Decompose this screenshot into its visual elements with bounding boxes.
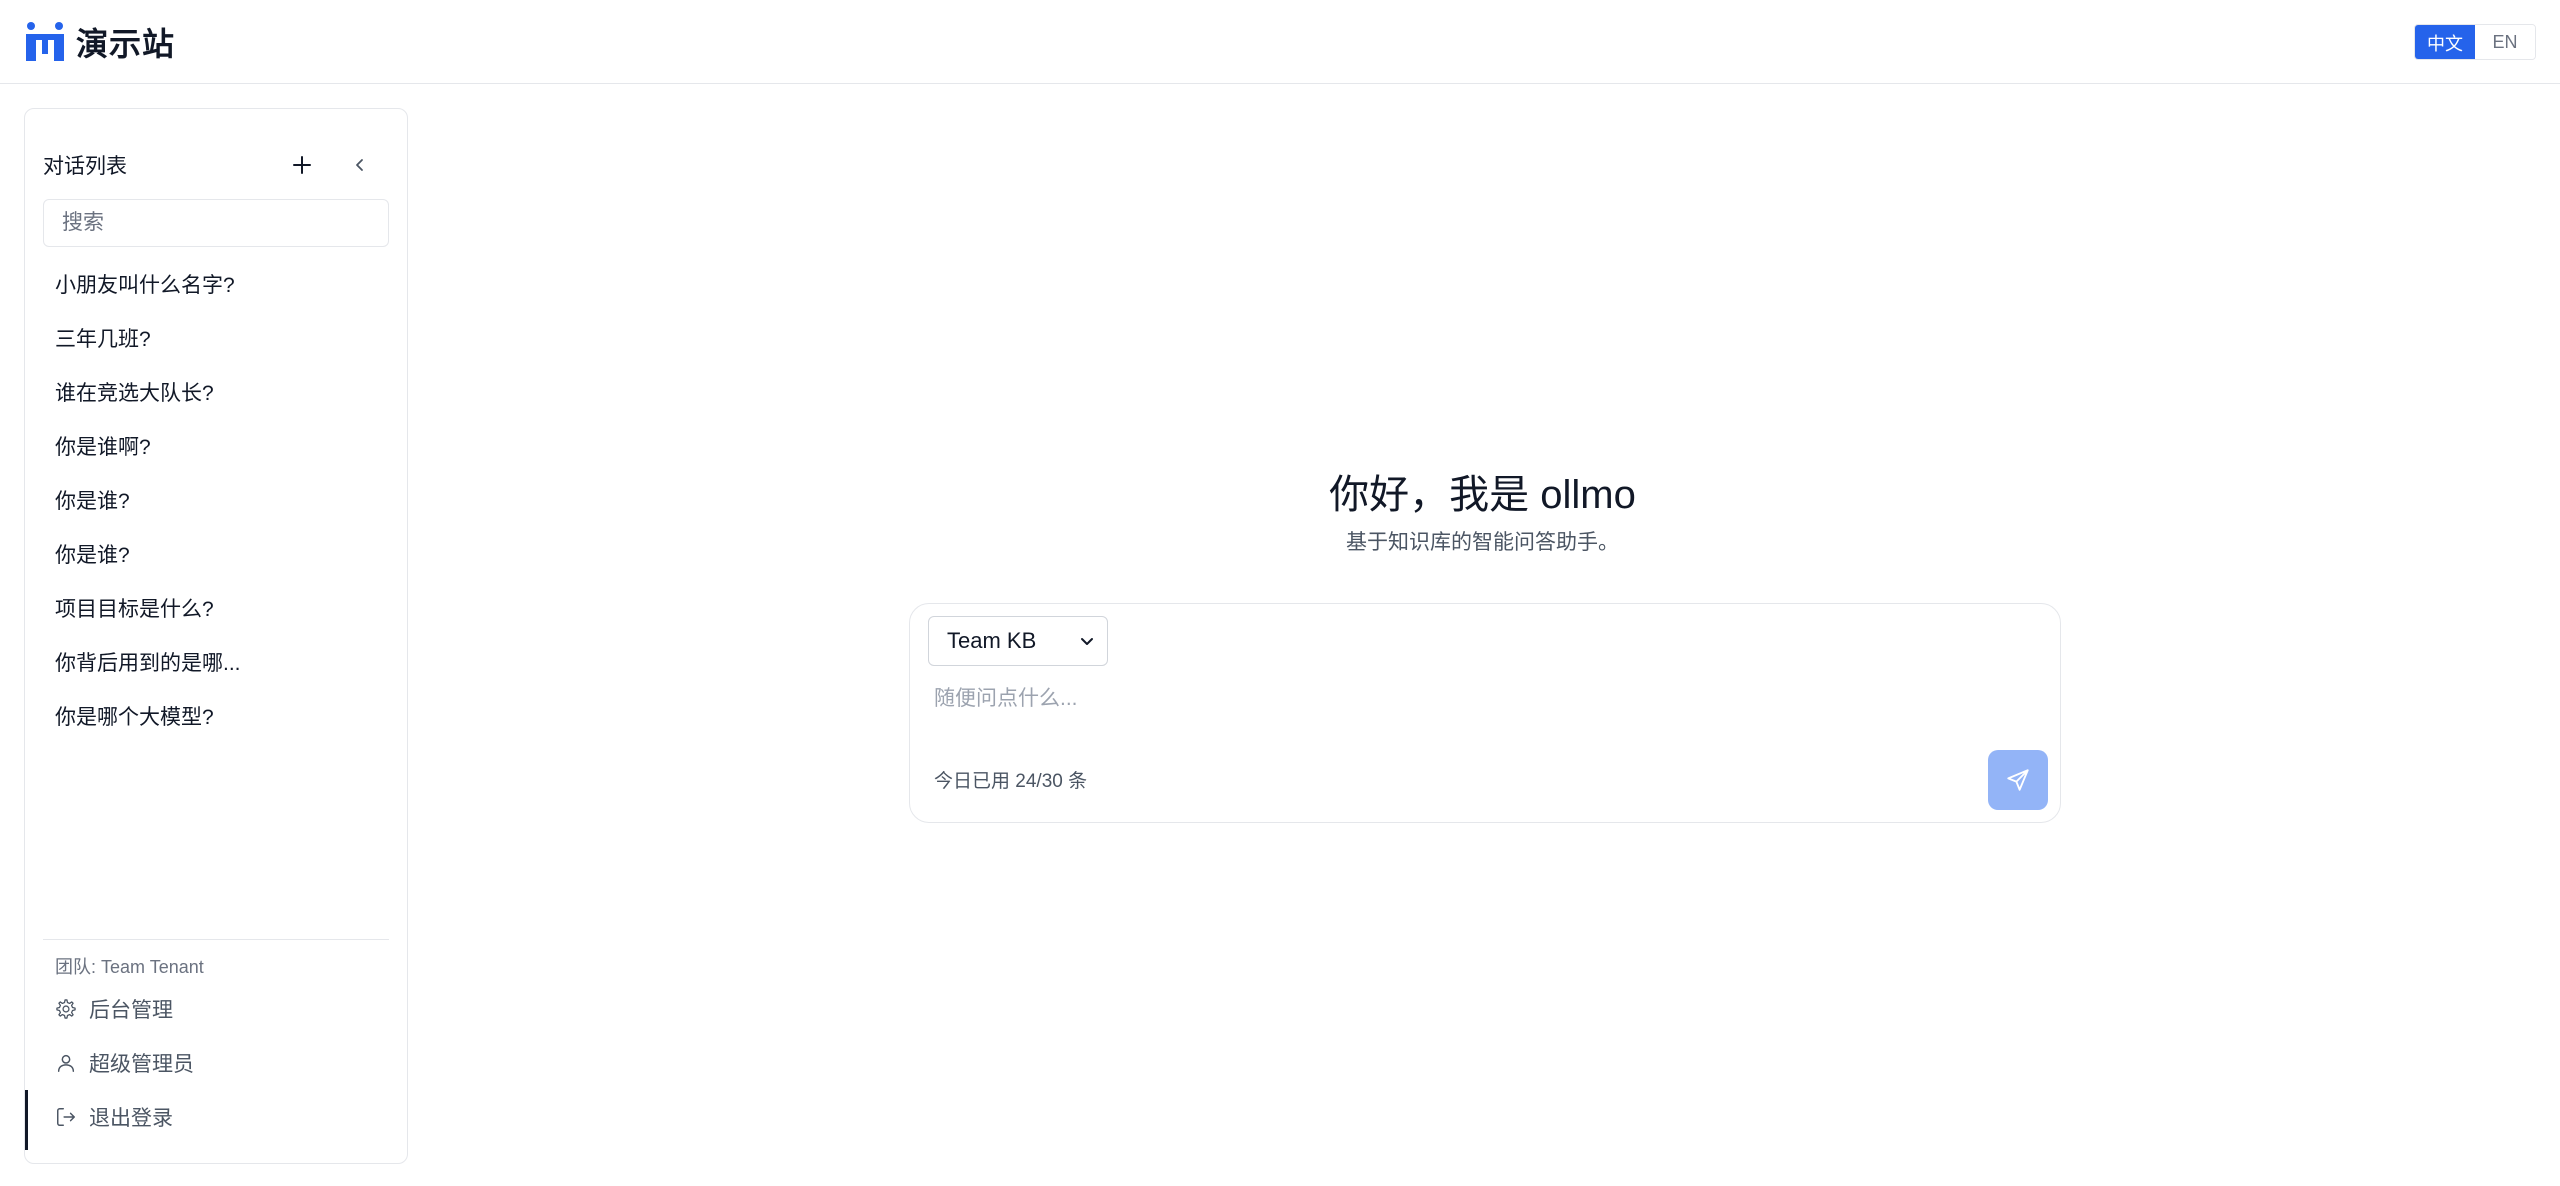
focus-indicator [25,1090,28,1150]
plus-icon [293,156,311,174]
conversation-item[interactable]: 你是哪个大模型? [43,689,389,743]
chevron-down-icon [1081,638,1093,645]
logout-menu-item[interactable]: 退出登录 [25,1090,389,1150]
logo-icon [26,21,64,61]
sidebar-actions [287,150,375,180]
logout-icon [57,1108,75,1126]
sidebar-title: 对话列表 [43,155,127,178]
gear-icon [56,999,76,1019]
send-icon [2007,769,2029,791]
lang-en-button[interactable]: EN [2475,24,2535,59]
sidebar-header: 对话列表 [43,145,389,185]
brand[interactable]: 演示站 [24,19,175,65]
logout-menu-label: 退出登录 [89,1107,173,1130]
conversation-sidebar: 对话列表 小朋友叫什么名字? 三年几班? 谁在竞选大队长? 你是谁啊? 你是谁?… [24,108,408,1164]
knowledge-base-select[interactable]: Team KB [928,616,1108,666]
admin-menu-label: 后台管理 [89,999,173,1022]
conversation-item[interactable]: 小朋友叫什么名字? [43,257,389,311]
collapse-sidebar-button[interactable] [345,150,375,180]
conversation-item[interactable]: 谁在竞选大队长? [43,365,389,419]
chat-composer: Team KB 今日已用 24/30 条 [909,603,2061,823]
send-button[interactable] [1988,750,2048,810]
welcome-title: 你好，我是 ollmo [1329,473,1636,517]
conversation-item[interactable]: 你背后用到的是哪... [43,635,389,689]
admin-menu-item[interactable]: 后台管理 [43,982,389,1036]
usage-quota: 今日已用 24/30 条 [934,771,1088,792]
user-icon [57,1054,75,1072]
conversation-search-input[interactable] [43,199,389,247]
lang-zh-button[interactable]: 中文 [2415,24,2475,59]
welcome-subtitle: 基于知识库的智能问答助手。 [1346,531,1619,554]
knowledge-base-selected: Team KB [947,628,1037,653]
team-label: 团队: Team Tenant [55,957,204,977]
user-menu-item[interactable]: 超级管理员 [43,1036,389,1090]
chevron-left-icon [356,159,363,171]
sidebar-footer: 团队: Team Tenant 后台管理 超级管理员 退出登录 [25,939,389,1150]
user-menu-label: 超级管理员 [89,1053,194,1076]
brand-name: 演示站 [76,25,176,62]
new-conversation-button[interactable] [287,150,317,180]
conversation-item[interactable]: 三年几班? [43,311,389,365]
top-header: 演示站 中文 EN [0,0,2560,84]
conversation-item[interactable]: 项目目标是什么? [43,581,389,635]
prompt-input[interactable] [934,682,2034,722]
language-switch: 中文 EN [2414,23,2536,60]
